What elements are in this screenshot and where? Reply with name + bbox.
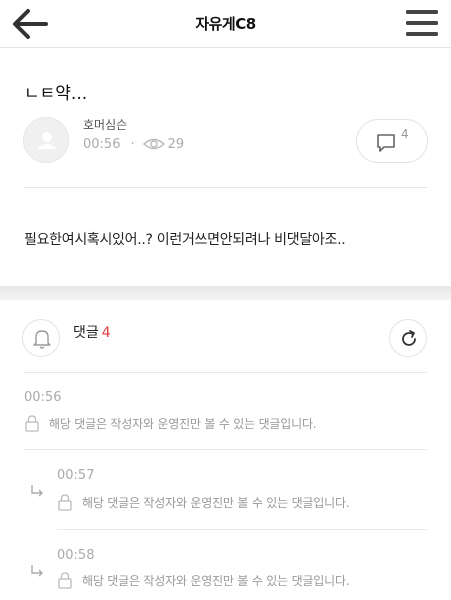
comment-time: 00:56 [24,390,62,405]
refresh-icon [402,330,416,346]
avatar[interactable] [23,117,69,163]
reply-arrow-icon [31,485,43,497]
comment-text: 해당 댓글은 작성자와 운영진만 볼 수 있는 댓글입니다. [82,495,350,510]
divider [57,529,427,530]
refresh-button[interactable] [389,319,427,357]
section-gap [0,286,451,300]
lock-icon [58,494,72,511]
speech-bubble-icon [377,134,395,152]
divider [24,449,427,450]
comment-count: 4 [101,325,111,341]
board-title: 자유게C8 [195,15,256,33]
top-bar: 자유게C8 [0,0,451,48]
post-title: ㄴㅌ약... [24,84,88,104]
comments-section: 댓글 4 00:56 해당 댓글은 작성자와 운영진만 볼 수 있는 댓글입니다.… [0,300,451,600]
meta-separator: · [130,136,135,152]
lock-icon [58,572,72,589]
post-card: ㄴㅌ약... 호머심슨 00:56 · 29 4 필요한여시혹시있어..? 이런… [0,49,451,286]
author-name[interactable]: 호머심슨 [83,116,127,133]
notification-button[interactable] [22,319,60,357]
lock-icon [25,415,39,432]
comment-text: 해당 댓글은 작성자와 운영진만 볼 수 있는 댓글입니다. [82,573,350,588]
menu-button[interactable] [405,6,439,40]
comment-label: 댓글 [73,325,99,341]
comment-body: 해당 댓글은 작성자와 운영진만 볼 수 있는 댓글입니다. [24,414,317,432]
post-time: 00:56 [83,136,121,152]
comment-body: 해당 댓글은 작성자와 운영진만 볼 수 있는 댓글입니다. [57,493,350,511]
user-icon [37,132,57,149]
comment-count-button[interactable]: 4 [356,119,428,163]
comment-count-badge: 4 [401,127,409,141]
comment-time: 00:58 [57,548,95,563]
divider [24,372,427,373]
comment-time: 00:57 [57,468,95,483]
hamburger-menu-icon [406,10,438,36]
comment-text: 해당 댓글은 작성자와 운영진만 볼 수 있는 댓글입니다. [49,416,317,431]
reply-arrow-icon [31,565,43,577]
post-meta: 00:56 · 29 [83,136,184,152]
bell-icon [33,330,51,349]
divider [24,187,427,188]
view-count: 29 [167,136,185,152]
post-body: 필요한여시혹시있어..? 이런거쓰면안되려나 비댓달아조.. [24,232,346,248]
comment-header: 댓글 4 [73,322,111,342]
comment-body: 해당 댓글은 작성자와 운영진만 볼 수 있는 댓글입니다. [57,571,350,589]
eye-icon [142,138,165,150]
